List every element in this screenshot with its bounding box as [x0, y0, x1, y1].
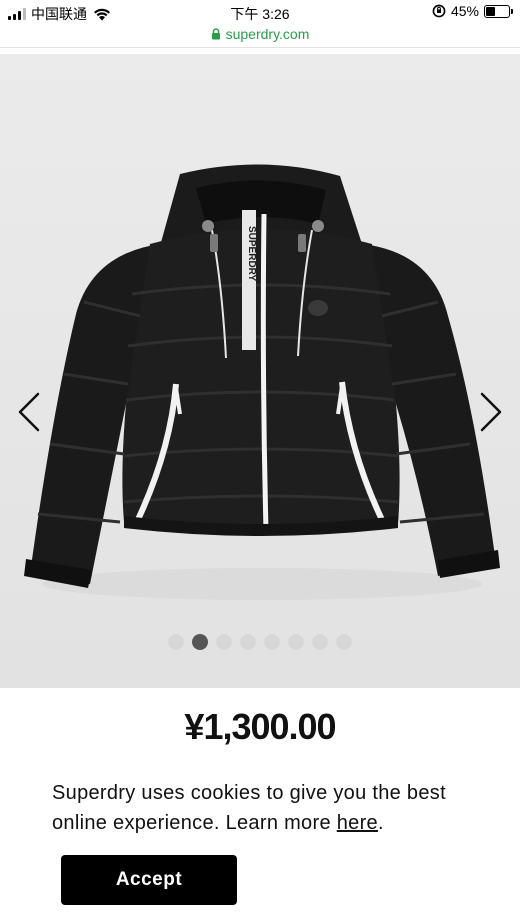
battery-fill	[486, 6, 495, 16]
cookie-banner-text: Superdry uses cookies to give you the be…	[52, 778, 482, 838]
gallery-pagination-dots	[0, 634, 520, 650]
chevron-right-icon[interactable]	[478, 390, 504, 434]
product-image: SUPERDRY	[0, 54, 520, 688]
gallery-dot[interactable]	[240, 634, 256, 650]
gallery-dot[interactable]	[336, 634, 352, 650]
padlock-icon	[211, 28, 220, 40]
status-bar: 中国联通 下午 3:26 45%	[0, 0, 520, 24]
accept-cookies-button[interactable]: Accept	[61, 855, 237, 905]
url-domain: superdry.com	[225, 26, 310, 42]
cookie-text-main: Superdry uses cookies to give you the be…	[52, 782, 446, 834]
status-right: 45%	[432, 3, 513, 19]
battery-icon	[484, 4, 513, 18]
chevron-left-icon[interactable]	[16, 390, 42, 434]
cookie-learn-more-link[interactable]: here	[337, 812, 378, 834]
battery-percent: 45%	[450, 3, 479, 19]
url-bar[interactable]: superdry.com	[0, 24, 520, 48]
gallery-dot[interactable]	[192, 634, 208, 650]
gallery-dot[interactable]	[264, 634, 280, 650]
cookie-text-end: .	[377, 812, 384, 834]
product-image-gallery[interactable]: SUPERDRY	[0, 54, 520, 688]
gallery-dot[interactable]	[288, 634, 304, 650]
gallery-dot[interactable]	[312, 634, 328, 650]
gallery-dot[interactable]	[168, 634, 184, 650]
rotation-lock-icon	[432, 4, 446, 18]
product-price: ¥1,300.00	[184, 706, 336, 747]
jacket-brand-print: SUPERDRY	[246, 226, 257, 282]
gallery-dot[interactable]	[216, 634, 232, 650]
